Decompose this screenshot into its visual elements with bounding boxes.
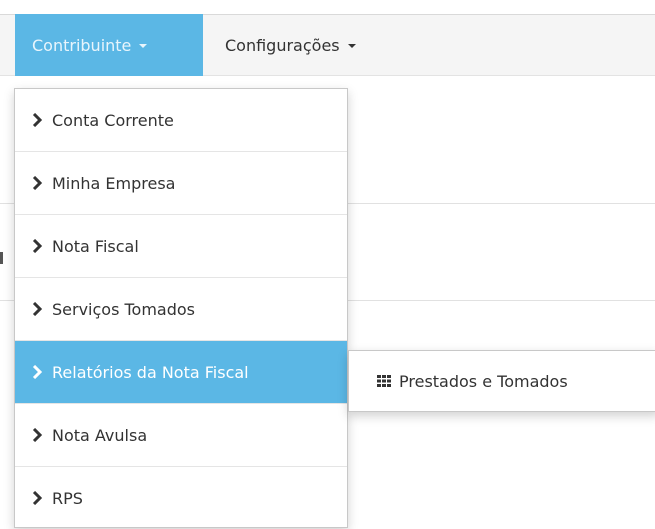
menu-item-servicos-tomados[interactable]: Serviços Tomados	[15, 278, 347, 340]
menu-item-label: Serviços Tomados	[52, 299, 196, 319]
chevron-right-icon	[32, 176, 46, 190]
caret-down-icon	[139, 44, 148, 48]
chevron-right-icon	[32, 365, 46, 379]
menu-item-label: Minha Empresa	[52, 173, 176, 193]
nav-configuracoes-label: Configurações	[225, 35, 340, 55]
nav-contribuinte-label: Contribuinte	[32, 35, 132, 55]
chevron-right-icon	[32, 302, 46, 316]
menu-item-nota-fiscal[interactable]: Nota Fiscal	[15, 215, 347, 277]
submenu-item-prestados-tomados[interactable]: Prestados e Tomados	[349, 351, 655, 411]
grid-icon	[377, 375, 391, 387]
chevron-right-icon	[32, 113, 46, 127]
menu-item-label: Nota Fiscal	[52, 236, 139, 256]
nav-configuracoes[interactable]: Configurações	[205, 14, 356, 76]
submenu-item-label: Prestados e Tomados	[399, 371, 568, 391]
menu-item-relatorios-nota-fiscal[interactable]: Relatórios da Nota Fiscal	[15, 341, 347, 403]
menu-item-minha-empresa[interactable]: Minha Empresa	[15, 152, 347, 214]
menu-item-rps[interactable]: RPS	[15, 467, 347, 529]
chevron-right-icon	[32, 239, 46, 253]
menu-item-label: Conta Corrente	[52, 110, 174, 130]
contribuinte-dropdown-menu: Conta Corrente Minha Empresa Nota Fiscal…	[14, 88, 348, 528]
chevron-right-icon	[32, 491, 46, 505]
relatorios-submenu: Prestados e Tomados	[348, 350, 655, 412]
menu-item-nota-avulsa[interactable]: Nota Avulsa	[15, 404, 347, 466]
caret-down-icon	[347, 44, 356, 48]
menu-item-label: Relatórios da Nota Fiscal	[52, 362, 249, 382]
nav-contribuinte[interactable]: Contribuinte	[15, 14, 203, 76]
chevron-right-icon	[32, 428, 46, 442]
background-text-fragment	[0, 252, 3, 264]
menu-item-conta-corrente[interactable]: Conta Corrente	[15, 89, 347, 151]
top-navbar: Contribuinte Configurações	[0, 14, 655, 76]
menu-item-label: Nota Avulsa	[52, 425, 148, 445]
menu-item-label: RPS	[52, 488, 83, 508]
